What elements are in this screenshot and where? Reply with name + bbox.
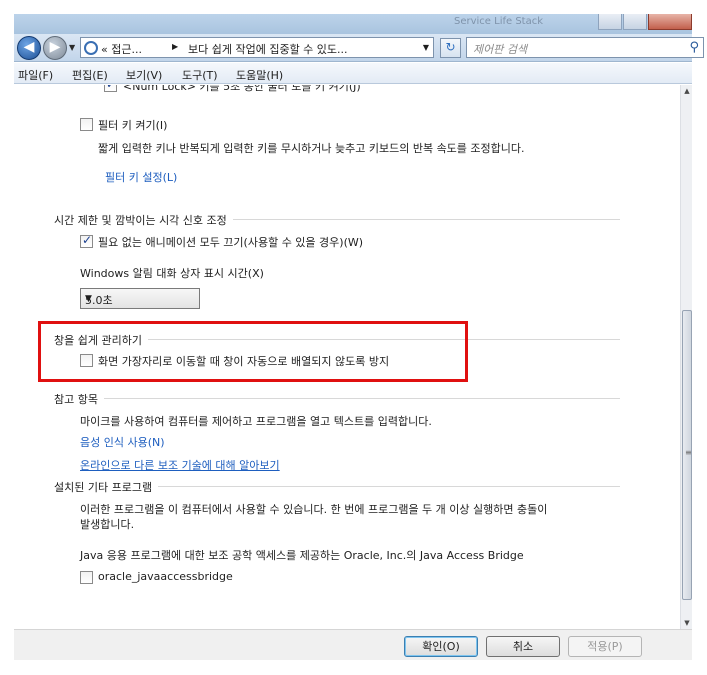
speech-recognition-link[interactable]: 음성 인식 사용(N): [80, 434, 165, 450]
notify-duration-label: Windows 알림 대화 상자 표시 시간(X): [80, 267, 264, 280]
ok-button[interactable]: 확인(O): [404, 636, 478, 657]
chevron-down-icon: ▼: [85, 294, 92, 304]
menu-bar: 파일(F) 편집(E) 보기(V) 도구(T) 도움말(H): [14, 63, 692, 84]
search-icon[interactable]: ⚲: [689, 40, 699, 55]
minimize-button[interactable]: [598, 14, 622, 30]
cancel-button[interactable]: 취소: [486, 636, 560, 657]
scroll-up-icon[interactable]: ▲: [682, 87, 692, 95]
menu-help[interactable]: 도움말(H): [236, 67, 283, 83]
navigation-bar: ◀ ▶ ▼ « 접근... ▶ 보다 쉽게 작업에 집중할 수 있도... ▼ …: [14, 34, 704, 62]
dialog-footer: 확인(O) 취소 적용(P): [14, 629, 692, 660]
filter-keys-description: 짧게 입력한 키나 반복되게 입력한 키를 무시하거나 늦추고 키보드의 반복 …: [98, 142, 525, 155]
vertical-scrollbar[interactable]: ▲ ≡ ▼: [680, 85, 692, 629]
breadcrumb-current-page[interactable]: 보다 쉽게 작업에 집중할 수 있도...: [188, 41, 348, 57]
filter-keys-settings-link[interactable]: 필터 키 설정(L): [105, 169, 177, 185]
scrollbar-thumb[interactable]: ≡: [682, 310, 692, 600]
breadcrumb-separator-icon[interactable]: ▶: [172, 42, 178, 51]
java-access-bridge-text: Java 응용 프로그램에 대한 보조 공학 액세스를 제공하는 Oracle,…: [80, 549, 524, 562]
address-dropdown-icon[interactable]: ▼: [423, 43, 429, 52]
see-also-title: 참고 항목: [54, 391, 104, 407]
close-button[interactable]: [648, 14, 692, 30]
maximize-button[interactable]: [623, 14, 647, 30]
back-arrow-icon[interactable]: ◀: [17, 36, 41, 60]
control-panel-icon: [84, 41, 98, 55]
breadcrumb-accessibility[interactable]: « 접근...: [101, 41, 142, 57]
forward-arrow-icon[interactable]: ▶: [43, 36, 67, 60]
scroll-down-icon[interactable]: ▼: [682, 619, 692, 627]
highlight-box: [38, 321, 468, 382]
section-divider: [54, 398, 620, 399]
grip-icon: ≡: [685, 448, 692, 457]
animations-checkbox[interactable]: [80, 233, 93, 248]
installed-description-line-1: 이러한 프로그램을 이 컴퓨터에서 사용할 수 있습니다. 한 번에 프로그램을…: [80, 503, 548, 516]
search-input[interactable]: 제어판 검색 ⚲: [466, 37, 704, 58]
search-placeholder: 제어판 검색: [473, 43, 528, 56]
menu-file[interactable]: 파일(F): [18, 67, 53, 83]
installed-description-line-2: 발생합니다.: [80, 518, 135, 531]
apply-button[interactable]: 적용(P): [568, 636, 642, 657]
installed-programs-title: 설치된 기타 프로그램: [54, 479, 159, 495]
recent-pages-dropdown-icon[interactable]: ▼: [69, 43, 75, 52]
filter-keys-checkbox[interactable]: [80, 118, 93, 131]
animations-label[interactable]: 필요 없는 애니메이션 모두 끄기(사용할 수 있을 경우)(W): [98, 234, 363, 250]
filter-keys-label[interactable]: 필터 키 켜기(I): [98, 117, 167, 133]
java-access-bridge-label[interactable]: oracle_javaaccessbridge: [98, 570, 233, 583]
menu-edit[interactable]: 편집(E): [72, 67, 108, 83]
speech-description: 마이크를 사용하여 컴퓨터를 제어하고 프로그램을 열고 텍스트를 입력합니다.: [80, 415, 432, 428]
timing-section-title: 시간 제한 및 깜박이는 시각 신호 조정: [54, 212, 233, 228]
refresh-icon[interactable]: ↻: [440, 38, 461, 58]
address-bar[interactable]: « 접근... ▶ 보다 쉽게 작업에 집중할 수 있도... ▼: [80, 37, 434, 58]
title-bar: Service Life Stack: [14, 14, 692, 34]
toggle-keys-checkbox[interactable]: [104, 85, 117, 92]
notify-duration-select[interactable]: 5.0초 ▼: [80, 288, 200, 309]
online-assistive-tech-link[interactable]: 온라인으로 다른 보조 기술에 대해 알아보기: [80, 457, 280, 473]
menu-tools[interactable]: 도구(T): [182, 67, 218, 83]
java-access-bridge-checkbox[interactable]: [80, 571, 93, 584]
toggle-keys-label: <Num Lock> 키를 5초 동안 눌러 토글 키 켜기(J): [123, 85, 361, 93]
menu-view[interactable]: 보기(V): [126, 67, 162, 83]
window-title: Service Life Stack: [454, 16, 544, 27]
